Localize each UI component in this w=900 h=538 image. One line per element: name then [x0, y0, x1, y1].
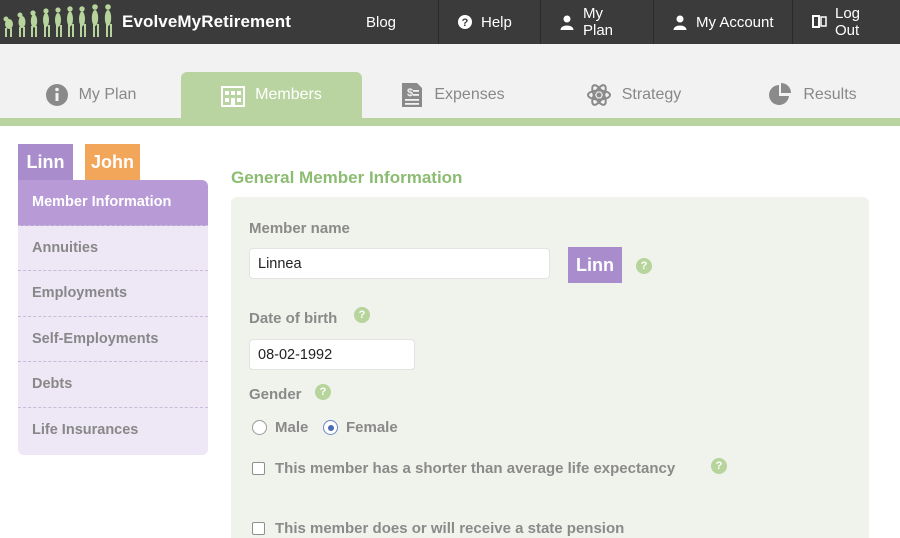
sidebar-item-self-employments[interactable]: Self-Employments [18, 317, 208, 362]
question-circle-icon: ? [457, 14, 473, 30]
nav-my-plan-link[interactable]: My Plan [540, 0, 653, 44]
section-title: General Member Information [231, 168, 463, 187]
tab-my-plan[interactable]: My Plan [0, 72, 181, 118]
state-pension-label[interactable]: This member does or will receive a state… [275, 520, 624, 537]
state-pension-checkbox[interactable] [252, 522, 265, 535]
gender-female-label[interactable]: Female [346, 419, 398, 436]
member-sidebar: Member Information Annuities Employments… [18, 180, 208, 455]
member-name-input[interactable]: Linnea [249, 248, 550, 279]
nav-my-account-label: My Account [696, 13, 774, 31]
tab-underline-bar [0, 118, 900, 126]
nav-blog-label: Blog [366, 13, 397, 31]
nav-help-label: Help [481, 13, 512, 31]
brand-name: EvolveMyRetirement [122, 12, 292, 31]
nav-my-plan-label: My Plan [583, 5, 614, 39]
nav-log-out-link[interactable]: Log Out [792, 0, 900, 44]
invoice-icon: $ [400, 82, 424, 108]
top-navigation-bar: EvolveMyRetirement Blog ? Help My Plan M… [0, 0, 900, 44]
nav-log-out-label: Log Out [835, 5, 861, 39]
member-name-badge: Linn [568, 247, 622, 283]
nav-my-account-link[interactable]: My Account [653, 0, 792, 44]
date-of-birth-input[interactable]: 08-02-1992 [249, 339, 415, 370]
tab-strategy-label: Strategy [621, 86, 682, 103]
person-icon [559, 14, 575, 30]
help-question-icon[interactable]: ? [315, 384, 331, 400]
gender-male-radio[interactable] [252, 420, 267, 435]
help-question-icon[interactable]: ? [711, 458, 727, 474]
member-chip-john[interactable]: John [85, 144, 140, 180]
building-icon [221, 83, 246, 107]
sidebar-item-employments[interactable]: Employments [18, 271, 208, 317]
person-icon [672, 14, 688, 30]
help-question-icon[interactable]: ? [636, 258, 652, 274]
svg-text:$: $ [407, 87, 413, 99]
tab-results-label: Results [803, 86, 857, 103]
shorter-life-expectancy-label[interactable]: This member has a shorter than average l… [275, 460, 675, 477]
tab-expenses-label: Expenses [434, 86, 505, 103]
sidebar-item-member-information[interactable]: Member Information [18, 180, 208, 226]
sidebar-item-life-insurances[interactable]: Life Insurances [18, 408, 208, 454]
date-of-birth-label: Date of birth [249, 310, 338, 327]
sidebar-item-annuities[interactable]: Annuities [18, 226, 208, 271]
logout-door-icon [811, 14, 827, 30]
nav-blog-link[interactable]: Blog [366, 0, 438, 44]
pie-chart-icon [767, 82, 793, 108]
gender-label: Gender [249, 386, 302, 403]
brand[interactable]: EvolveMyRetirement [0, 0, 291, 44]
gender-male-label[interactable]: Male [275, 419, 308, 436]
gender-female-radio[interactable] [323, 420, 338, 435]
shorter-life-expectancy-checkbox[interactable] [252, 462, 265, 475]
nav-help-link[interactable]: ? Help [438, 0, 540, 44]
tab-my-plan-label: My Plan [78, 86, 137, 103]
help-question-icon[interactable]: ? [354, 307, 370, 323]
top-nav-links: Blog ? Help My Plan My Account Log Out [366, 0, 900, 44]
evolution-silhouettes-logo-icon [0, 0, 116, 44]
atom-icon [586, 82, 612, 108]
member-chip-linn[interactable]: Linn [18, 144, 73, 180]
tab-members-label: Members [255, 86, 322, 103]
member-name-label: Member name [249, 220, 350, 237]
sidebar-item-debts[interactable]: Debts [18, 362, 208, 408]
tab-expenses[interactable]: $ Expenses [362, 72, 543, 118]
svg-text:?: ? [462, 17, 469, 29]
tab-members[interactable]: Members [181, 72, 362, 118]
tab-results[interactable]: Results [724, 72, 900, 118]
tab-strategy[interactable]: Strategy [543, 72, 724, 118]
info-icon [45, 83, 69, 107]
